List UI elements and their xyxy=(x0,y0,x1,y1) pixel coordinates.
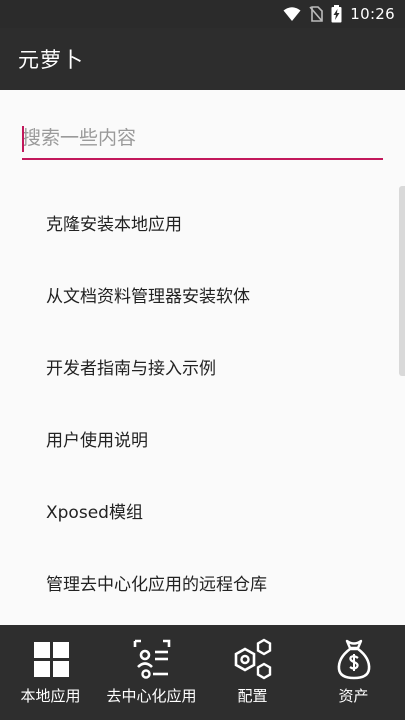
nav-item-decentralized-apps[interactable]: 去中心化应用 xyxy=(101,625,202,720)
hexagon-nodes-icon xyxy=(234,638,271,680)
menu-item-label: 从文档资料管理器安装软体 xyxy=(46,286,250,307)
grid-icon xyxy=(33,642,69,677)
text-cursor xyxy=(22,126,24,152)
menu-item-clone-install[interactable]: 克隆安装本地应用 xyxy=(0,186,399,258)
nav-item-config[interactable]: 配置 xyxy=(202,625,303,720)
menu-item-install-from-files[interactable]: 从文档资料管理器安装软体 xyxy=(0,258,399,330)
no-sim-icon xyxy=(309,6,324,22)
nav-label: 本地应用 xyxy=(20,687,81,705)
nav-item-local-apps[interactable]: 本地应用 xyxy=(0,625,101,720)
search-input[interactable] xyxy=(22,118,383,158)
status-bar: 10:26 xyxy=(0,0,405,28)
menu-item-xposed-modules[interactable]: Xposed模组 xyxy=(0,474,399,546)
menu-item-developer-guide[interactable]: 开发者指南与接入示例 xyxy=(0,330,399,402)
search-underline xyxy=(22,158,383,160)
menu-item-label: 克隆安装本地应用 xyxy=(46,214,182,235)
search-field[interactable] xyxy=(22,118,383,160)
people-network-icon xyxy=(133,639,170,679)
wifi-icon xyxy=(283,7,301,21)
nav-label: 资产 xyxy=(338,687,369,705)
menu-item-label: 用户使用说明 xyxy=(46,430,148,451)
menu-item-label: 开发者指南与接入示例 xyxy=(46,358,216,379)
app-bar: 元萝卜 xyxy=(0,28,405,90)
battery-charging-icon xyxy=(331,5,342,23)
status-icons: 10:26 xyxy=(283,4,395,24)
menu-item-user-manual[interactable]: 用户使用说明 xyxy=(0,402,399,474)
bottom-nav: 本地应用 去中心化应用 配置 资产 xyxy=(0,625,405,720)
menu-item-label: Xposed模组 xyxy=(46,502,143,523)
nav-label: 配置 xyxy=(237,687,268,705)
menu-item-manage-repos[interactable]: 管理去中心化应用的远程仓库 xyxy=(0,546,399,618)
nav-label: 去中心化应用 xyxy=(106,687,197,705)
nav-item-assets[interactable]: 资产 xyxy=(303,625,404,720)
status-time: 10:26 xyxy=(350,5,395,23)
scrollbar[interactable] xyxy=(399,186,405,376)
menu-list: 克隆安装本地应用 从文档资料管理器安装软体 开发者指南与接入示例 用户使用说明 … xyxy=(0,186,399,618)
app-title: 元萝卜 xyxy=(18,48,84,72)
money-bag-icon xyxy=(337,639,370,680)
menu-item-label: 管理去中心化应用的远程仓库 xyxy=(46,574,267,595)
